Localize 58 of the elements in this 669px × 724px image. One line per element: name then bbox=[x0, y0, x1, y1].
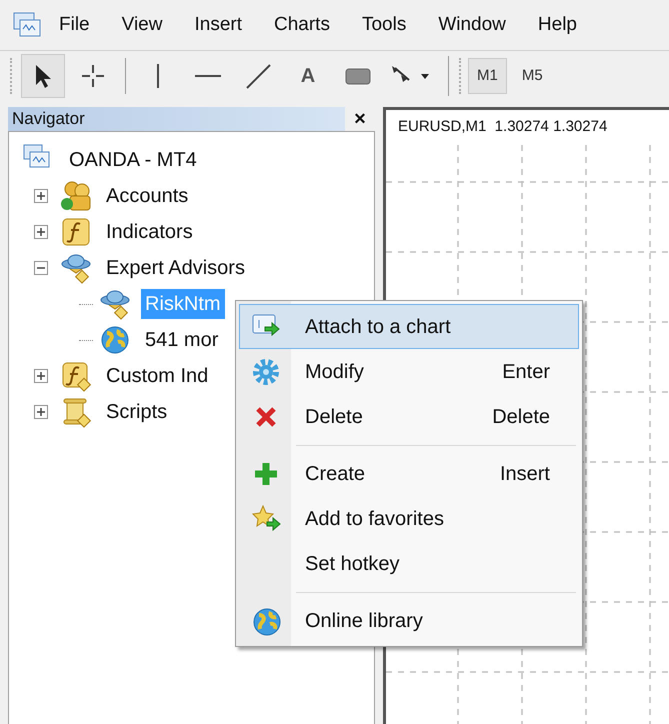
tree-item[interactable]: Custom Ind bbox=[102, 361, 212, 391]
tree-item[interactable]: OANDA - MT4 bbox=[65, 145, 201, 175]
menu-item[interactable]: File bbox=[50, 6, 99, 44]
expand-toggle[interactable] bbox=[34, 369, 48, 383]
shortcut-label: Insert bbox=[500, 462, 550, 486]
timeframe-button[interactable]: M5 bbox=[512, 58, 552, 94]
app-icon[interactable] bbox=[12, 11, 42, 39]
plus-icon bbox=[37, 408, 45, 416]
panel-title: Navigator bbox=[8, 107, 345, 131]
plus-icon bbox=[37, 372, 45, 380]
expand-toggle[interactable] bbox=[34, 225, 48, 239]
plus-icon bbox=[37, 228, 45, 236]
tree-item[interactable]: Expert Advisors bbox=[102, 253, 249, 283]
menu-item[interactable]: Tools bbox=[352, 6, 416, 44]
tree-item[interactable]: Indicators bbox=[102, 217, 197, 247]
menu-label: Attach to a chart bbox=[305, 314, 452, 340]
menu-label: Create bbox=[305, 462, 366, 486]
hat-icon bbox=[99, 288, 131, 320]
menu-item[interactable]: Delete Delete bbox=[239, 394, 579, 439]
tree-item[interactable]: 541 mor bbox=[141, 325, 222, 355]
menu-label: Set hotkey bbox=[305, 552, 401, 576]
menu-label: Online library bbox=[305, 608, 424, 634]
menu-item[interactable]: Insert bbox=[185, 6, 251, 44]
gear-icon bbox=[251, 356, 281, 386]
menu-item[interactable]: Add to favorites bbox=[239, 496, 579, 541]
expand-toggle[interactable] bbox=[34, 405, 48, 419]
menu-item[interactable]: Online library bbox=[239, 598, 579, 643]
globe-icon bbox=[251, 606, 281, 636]
menu-item[interactable]: Create Insert bbox=[239, 451, 579, 496]
menu-item[interactable]: Charts bbox=[265, 6, 339, 44]
menu-item[interactable]: Help bbox=[528, 6, 586, 44]
globe-icon bbox=[99, 324, 131, 356]
menu-item[interactable]: Set hotkey bbox=[239, 541, 579, 586]
menu-item[interactable]: View bbox=[112, 6, 172, 44]
timeframe-button[interactable]: M1 bbox=[468, 58, 507, 94]
menu-label: Add to favorites bbox=[305, 506, 445, 532]
plus-icon bbox=[37, 192, 45, 200]
horizontal-line-icon bbox=[195, 74, 221, 78]
function-icon bbox=[60, 360, 92, 392]
tree-item[interactable]: Scripts bbox=[102, 397, 172, 427]
vertical-line-icon bbox=[156, 64, 160, 88]
shortcut-label: Delete bbox=[492, 404, 550, 430]
star-icon bbox=[251, 504, 281, 534]
menu-item[interactable]: Window bbox=[429, 6, 515, 44]
close-button[interactable]: × bbox=[345, 107, 375, 131]
people-icon bbox=[60, 180, 92, 212]
menu-item[interactable]: Attach to a chart bbox=[239, 304, 579, 349]
function-icon bbox=[60, 216, 92, 248]
hat-icon bbox=[60, 252, 92, 284]
menu-label: Modify bbox=[305, 360, 365, 384]
menu-label: Delete bbox=[305, 404, 364, 430]
shortcut-label: Enter bbox=[502, 360, 550, 384]
expand-toggle[interactable] bbox=[34, 189, 48, 203]
text-tool-button[interactable]: A bbox=[286, 54, 330, 98]
cursor-tool-button[interactable] bbox=[21, 54, 65, 98]
tree-item[interactable]: Accounts bbox=[102, 181, 192, 211]
menu-item[interactable]: Modify Enter bbox=[239, 349, 579, 394]
collapse-toggle[interactable] bbox=[34, 261, 48, 275]
